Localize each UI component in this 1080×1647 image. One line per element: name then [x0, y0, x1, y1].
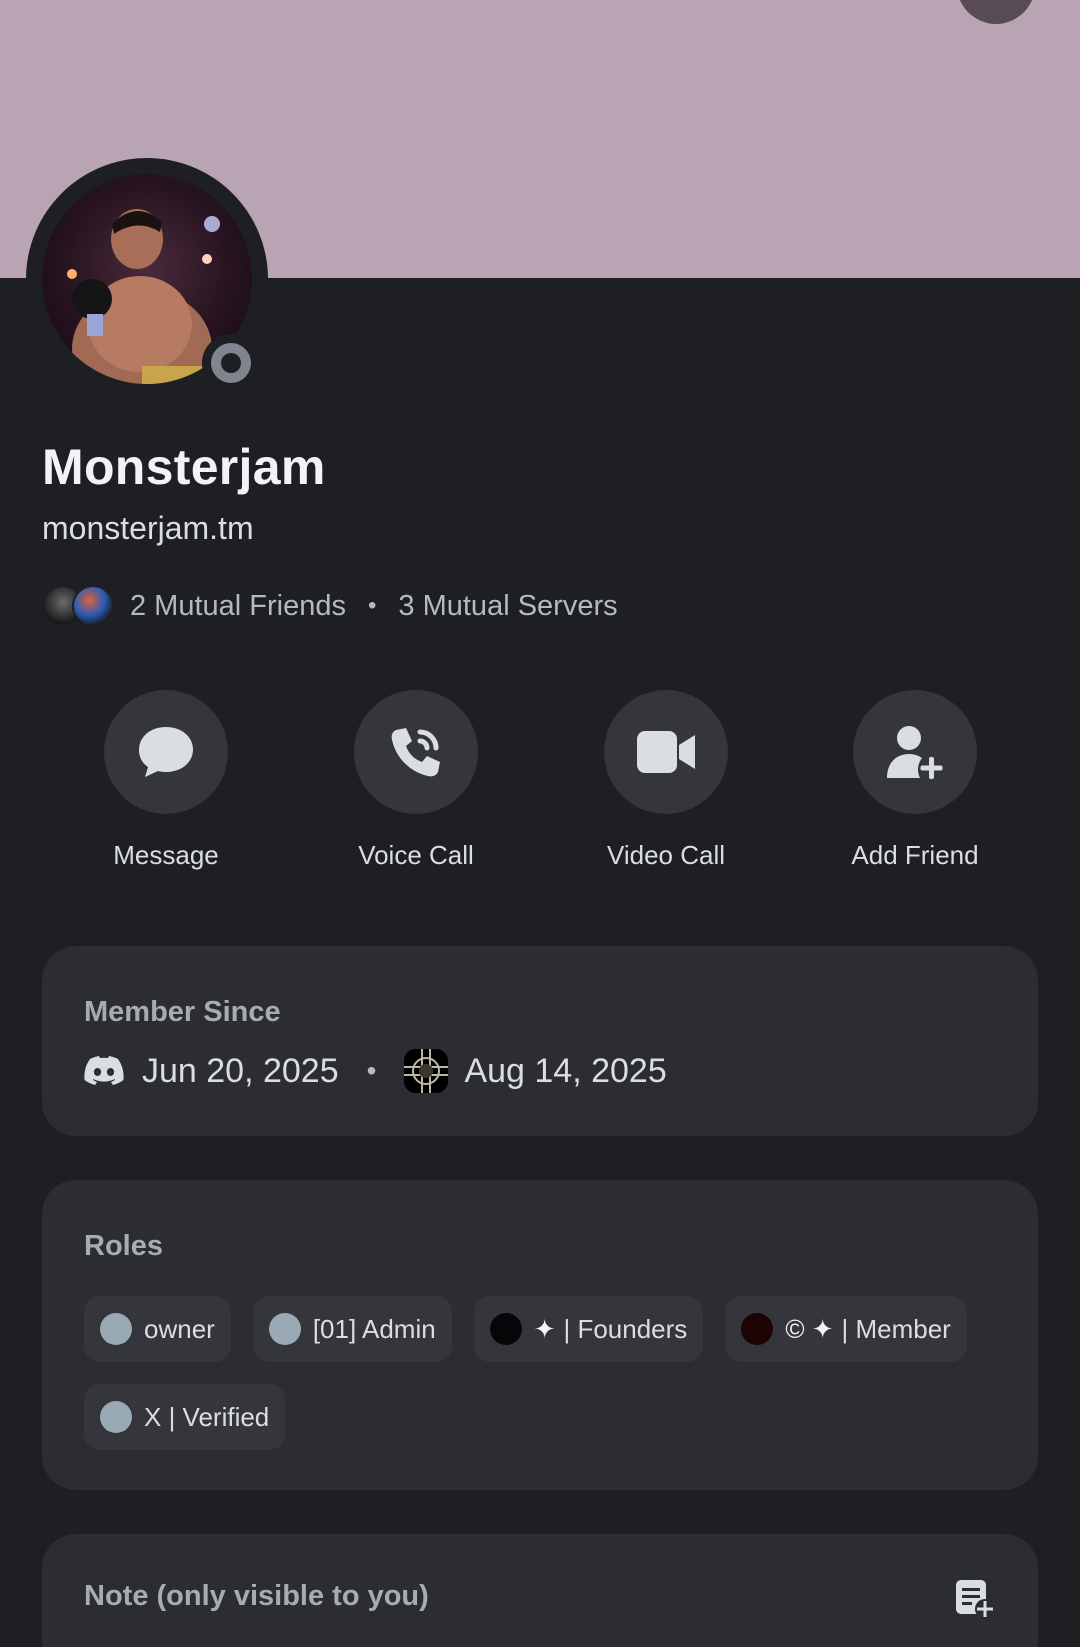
voice-call-button[interactable]: Voice Call [316, 690, 516, 871]
video-call-label: Video Call [606, 840, 726, 870]
add-friend-label: Add Friend [851, 840, 979, 870]
role-color-dot [489, 1313, 522, 1345]
avatar-container [26, 158, 268, 400]
role-color-dot [100, 1313, 132, 1345]
discord-icon [84, 1056, 124, 1085]
mutual-friend-avatar [72, 585, 114, 627]
role-color-dot [268, 1313, 301, 1345]
phone-icon [391, 728, 440, 777]
role-pill[interactable]: ✦ | Founders [473, 1296, 704, 1362]
role-pill[interactable]: owner [84, 1296, 231, 1362]
role-label: [01] Admin [312, 1313, 436, 1344]
user-profile-screen: Monsterjam monsterjam.tm 2 Mutual Friend… [0, 0, 1080, 1647]
role-color-dot [741, 1313, 774, 1345]
status-indicator [202, 334, 260, 392]
action-buttons-row: Message Voice Call Video Call Add Friend [0, 690, 1080, 880]
mutual-servers-link[interactable]: 3 Mutual Servers [398, 590, 617, 623]
role-label: | Member [841, 1313, 951, 1344]
message-label: Message [113, 840, 219, 870]
copyright-sparkle-icon: © ✦ [785, 1313, 834, 1344]
display-name: Monsterjam [42, 439, 326, 495]
add-friend-button-circle[interactable] [853, 690, 977, 814]
role-pill[interactable]: [01] Admin [252, 1296, 452, 1362]
roles-list: owner [01] Admin ✦ | Founders © ✦ | Memb… [84, 1296, 994, 1450]
member-since-card: Member Since Jun 20, 2025 • Aug 14, 2025 [42, 946, 1038, 1136]
server-logo-icon [404, 1049, 449, 1093]
message-button-circle[interactable] [104, 690, 228, 814]
mutual-friends-avatars [42, 585, 116, 627]
role-label: X | Verified [144, 1401, 270, 1432]
roles-card: Roles owner [01] Admin ✦ | Founders © ✦ … [42, 1180, 1038, 1490]
more-options-button[interactable] [956, 0, 1036, 24]
separator-dot: • [366, 1055, 377, 1086]
roles-title: Roles [84, 1230, 163, 1262]
message-button[interactable]: Message [66, 690, 266, 871]
voice-call-label: Voice Call [358, 840, 474, 870]
video-call-button[interactable]: Video Call [566, 690, 766, 871]
server-member-since-date: Aug 14, 2025 [464, 1051, 667, 1090]
member-since-row: Jun 20, 2025 • Aug 14, 2025 [84, 1046, 667, 1096]
sparkle-icon: ✦ [533, 1313, 556, 1344]
separator-dot: • [368, 592, 377, 619]
add-friend-button[interactable]: Add Friend [815, 690, 1015, 871]
voice-call-button-circle[interactable] [354, 690, 478, 814]
add-note-icon[interactable] [954, 1578, 996, 1620]
mutuals-row: 2 Mutual Friends • 3 Mutual Servers [42, 584, 618, 628]
role-pill[interactable]: X | Verified [84, 1384, 286, 1450]
discord-member-since-date: Jun 20, 2025 [142, 1051, 339, 1090]
mutual-friends-link[interactable]: 2 Mutual Friends [130, 590, 346, 623]
member-since-title: Member Since [84, 996, 281, 1028]
role-pill[interactable]: © ✦ | Member [725, 1296, 967, 1362]
role-label: owner [144, 1313, 215, 1344]
username: monsterjam.tm [42, 510, 254, 546]
offline-status-icon [211, 343, 251, 383]
note-card[interactable]: Note (only visible to you) [42, 1534, 1038, 1647]
video-camera-icon [637, 731, 695, 773]
video-call-button-circle[interactable] [604, 690, 728, 814]
server-icon [404, 1049, 449, 1093]
role-label: | Founders [563, 1313, 688, 1344]
chat-bubble-icon [139, 727, 193, 777]
note-placeholder[interactable]: Note (only visible to you) [84, 1580, 429, 1613]
role-color-dot [100, 1401, 132, 1433]
add-friend-icon [887, 726, 943, 779]
